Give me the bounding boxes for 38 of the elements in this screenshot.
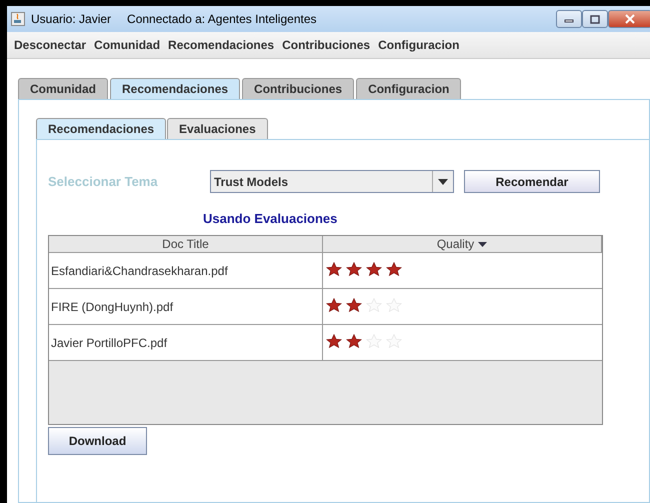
- menu-item[interactable]: Contribuciones: [278, 38, 374, 52]
- star-icon: [346, 262, 362, 276]
- maximize-button[interactable]: [582, 10, 608, 28]
- sort-arrow-icon: [478, 242, 488, 246]
- star-icon: [326, 298, 342, 312]
- empty-star-icon: [386, 334, 402, 348]
- tab[interactable]: Contribuciones: [242, 78, 354, 99]
- topic-dropdown[interactable]: Trust Models: [210, 170, 454, 193]
- minimize-button[interactable]: [556, 10, 582, 28]
- star-icon: [346, 298, 362, 312]
- tab[interactable]: Comunidad: [18, 78, 108, 99]
- menu-item[interactable]: Desconectar: [10, 38, 90, 52]
- empty-star-icon: [366, 298, 382, 312]
- tab[interactable]: Recomendaciones: [36, 118, 166, 139]
- star-icon: [326, 262, 342, 276]
- star-icon: [366, 262, 382, 276]
- star-icon: [386, 262, 402, 276]
- empty-star-icon: [366, 334, 382, 348]
- close-button[interactable]: [608, 10, 650, 28]
- section-heading: Usando Evaluaciones: [203, 211, 338, 226]
- java-cup-icon: [11, 12, 25, 26]
- empty-star-icon: [386, 298, 402, 312]
- maximize-icon: [590, 14, 600, 24]
- topic-label: Seleccionar Tema: [48, 174, 159, 189]
- menu-item[interactable]: Configuracion: [374, 38, 464, 52]
- connection-status: Connectado a: Agentes Inteligentes: [127, 12, 317, 26]
- window-title: Usuario: Javier: [31, 12, 112, 26]
- dropdown-arrow-icon: [438, 178, 448, 184]
- download-button[interactable]: Download: [48, 427, 147, 455]
- star-icon: [326, 334, 342, 348]
- close-icon: [625, 14, 635, 24]
- recommend-button[interactable]: Recomendar: [464, 170, 600, 193]
- menu-item[interactable]: Comunidad: [90, 38, 164, 52]
- tab[interactable]: Configuracion: [356, 78, 462, 99]
- tab[interactable]: Recomendaciones: [110, 78, 240, 99]
- tab[interactable]: Evaluaciones: [167, 118, 268, 139]
- menu-item[interactable]: Recomendaciones: [164, 38, 278, 52]
- star-icon: [346, 334, 362, 348]
